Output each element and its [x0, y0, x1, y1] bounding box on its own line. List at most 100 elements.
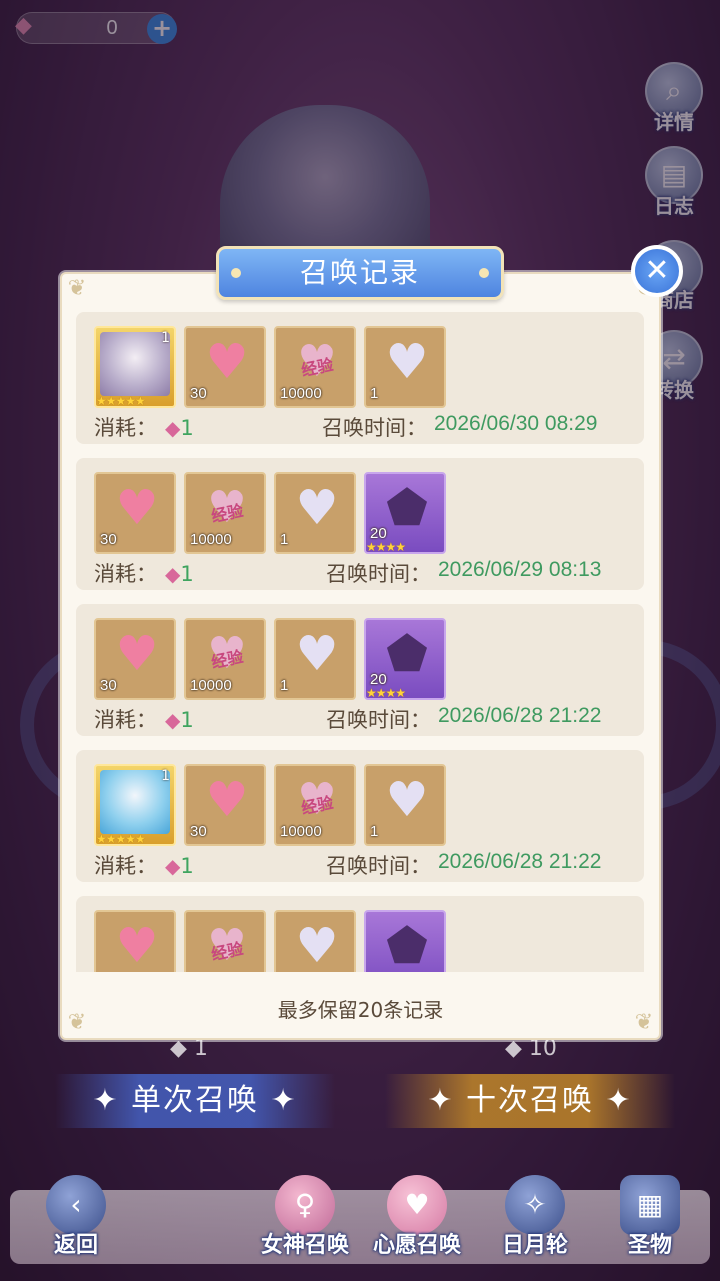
- pink-heart-reward[interactable]: ♥: [94, 910, 176, 972]
- purple-gem-icon: ⬟: [386, 918, 428, 972]
- summon-gem-icon: ◆: [165, 854, 181, 878]
- exp-heart-reward[interactable]: ♥ 经验 10000: [184, 472, 266, 554]
- cost-label: 消耗：: [94, 416, 157, 440]
- pink-heart-icon: ♥: [115, 918, 159, 972]
- item-quantity: 30: [100, 677, 117, 694]
- record-row: ♥ 30 ♥ 经验 10000 ♥ 1 ⬟ 20 ★★★★ 消耗： ◆1 召唤时间： 2026/06/28…: [76, 604, 644, 736]
- nav-wish-summon[interactable]: ♥ 心愿召唤: [362, 1175, 472, 1259]
- cost-label: 消耗：: [94, 708, 157, 732]
- pink-heart-icon: ♥: [205, 772, 249, 828]
- level-badge: 1: [161, 330, 170, 346]
- item-quantity: 1: [280, 531, 289, 548]
- star-rating: ★★★★: [366, 686, 406, 700]
- nav-goddess-label: 女神召唤: [260, 1233, 349, 1258]
- item-quantity: 10000: [280, 385, 322, 402]
- nav-relic[interactable]: ▦ 圣物: [605, 1175, 695, 1259]
- item-quantity: 1: [280, 677, 289, 694]
- summon-time-label: 召唤时间：: [326, 708, 431, 732]
- back-icon: ‹: [46, 1175, 106, 1235]
- record-cost: 消耗： ◆1: [94, 704, 194, 734]
- summon-time-label: 召唤时间：: [326, 562, 431, 586]
- record-row: ♥ 30 ♥ 经验 10000 ♥ 1 ⬟ 20 ★★★★ 消耗： ◆1 召唤时间： 2026/06/29…: [76, 458, 644, 590]
- summon-gem-icon: ◆: [165, 562, 181, 586]
- record-row: 1 ★★★★★ ♥ 30 ♥ 经验 10000 ♥ 1 消耗： ◆1 召唤时间： 2026/06/30 …: [76, 312, 644, 444]
- nav-goddess-summon[interactable]: ♀ 女神召唤: [250, 1175, 360, 1259]
- cost-value: 1: [180, 562, 194, 586]
- item-quantity: 10000: [280, 823, 322, 840]
- item-quantity: 1: [370, 823, 379, 840]
- dialog-title-text: 召唤记录: [299, 256, 420, 289]
- wish-heart-icon: ♥: [387, 1175, 447, 1235]
- nav-back-label: 返回: [53, 1233, 98, 1258]
- pink-heart-reward[interactable]: ♥ 30: [184, 764, 266, 846]
- purple-gem-reward[interactable]: ⬟: [364, 910, 446, 972]
- item-quantity: 30: [190, 385, 207, 402]
- pink-heart-reward[interactable]: ♥ 30: [94, 472, 176, 554]
- cost-label: 消耗：: [94, 854, 157, 878]
- record-limit-note: 最多保留20条记录: [277, 998, 444, 1022]
- ten-summon-button[interactable]: ✦ 十次召唤 ✦: [385, 1074, 675, 1128]
- close-button[interactable]: ✕: [631, 245, 683, 297]
- crystal-heart-reward[interactable]: ♥ 1: [274, 618, 356, 700]
- crystal-heart-reward[interactable]: ♥ 1: [364, 326, 446, 408]
- record-row: ♥ ♥ 经验 ♥ ⬟: [76, 896, 644, 972]
- record-row: 1 ★★★★★ ♥ 30 ♥ 经验 10000 ♥ 1 消耗： ◆1 召唤时间： 2026/06/28 …: [76, 750, 644, 882]
- summon-time-value: 2026/06/29 08:13: [438, 558, 602, 581]
- exp-heart-reward[interactable]: ♥ 经验 10000: [274, 764, 356, 846]
- record-cost: 消耗： ◆1: [94, 558, 194, 588]
- crystal-heart-reward[interactable]: ♥: [274, 910, 356, 972]
- cost-value: 1: [180, 854, 194, 878]
- summon-time-label: 召唤时间：: [322, 416, 427, 440]
- character-reward-card[interactable]: 1 ★★★★★: [94, 764, 176, 846]
- crystal-heart-reward[interactable]: ♥ 1: [274, 472, 356, 554]
- record-cost: 消耗： ◆1: [94, 850, 194, 880]
- nav-relic-label: 圣物: [627, 1233, 672, 1258]
- item-quantity: 10000: [190, 531, 232, 548]
- title-ornament: [479, 268, 489, 278]
- level-badge: 1: [161, 768, 170, 784]
- record-list[interactable]: 1 ★★★★★ ♥ 30 ♥ 经验 10000 ♥ 1 消耗： ◆1 召唤时间： 2026/06/30 …: [76, 312, 644, 972]
- character-portrait-icon: [100, 332, 170, 396]
- single-summon-button[interactable]: ✦ 单次召唤 ✦: [55, 1074, 335, 1128]
- character-portrait-icon: [100, 770, 170, 834]
- cost-value: 1: [180, 708, 194, 732]
- pink-heart-icon: ♥: [115, 626, 159, 682]
- item-quantity: 30: [190, 823, 207, 840]
- dialog-title: 召唤记录: [216, 246, 504, 300]
- purple-gem-reward[interactable]: ⬟ 20 ★★★★: [364, 472, 446, 554]
- star-rating: ★★★★★: [96, 394, 146, 408]
- exp-heart-reward[interactable]: ♥ 经验 10000: [184, 618, 266, 700]
- nav-sun-moon[interactable]: ✧ 日月轮: [485, 1175, 585, 1259]
- nav-wish-label: 心愿召唤: [372, 1233, 461, 1258]
- pink-heart-reward[interactable]: ♥ 30: [94, 618, 176, 700]
- exp-heart-reward[interactable]: ♥ 经验 10000: [274, 326, 356, 408]
- exp-heart-reward[interactable]: ♥ 经验: [184, 910, 266, 972]
- pink-heart-reward[interactable]: ♥ 30: [184, 326, 266, 408]
- cost-value: 1: [180, 416, 194, 440]
- item-quantity: 10000: [190, 677, 232, 694]
- crystal-heart-icon: ♥: [295, 626, 339, 682]
- purple-gem-reward[interactable]: ⬟ 20 ★★★★: [364, 618, 446, 700]
- summon-time-label: 召唤时间：: [326, 854, 431, 878]
- corner-ornament: ❦: [67, 276, 87, 301]
- character-reward-card[interactable]: 1 ★★★★★: [94, 326, 176, 408]
- pink-heart-icon: ♥: [115, 480, 159, 536]
- crystal-heart-icon: ♥: [385, 334, 429, 390]
- item-quantity: 30: [100, 531, 117, 548]
- record-cost: 消耗： ◆1: [94, 412, 194, 442]
- summon-gem-icon: ◆: [165, 416, 181, 440]
- nav-back[interactable]: ‹ 返回: [36, 1175, 116, 1259]
- star-rating: ★★★★: [366, 540, 406, 554]
- crystal-heart-icon: ♥: [295, 918, 339, 972]
- summon-gem-icon: ◆: [165, 708, 181, 732]
- star-rating: ★★★★★: [96, 832, 146, 846]
- crystal-heart-reward[interactable]: ♥ 1: [364, 764, 446, 846]
- cost-label: 消耗：: [94, 562, 157, 586]
- relic-icon: ▦: [620, 1175, 680, 1235]
- summon-time-value: 2026/06/28 21:22: [438, 704, 602, 727]
- crystal-heart-icon: ♥: [295, 480, 339, 536]
- compass-icon: ✧: [505, 1175, 565, 1235]
- goddess-icon: ♀: [275, 1175, 335, 1235]
- summon-time-value: 2026/06/30 08:29: [434, 412, 598, 435]
- nav-sun-moon-label: 日月轮: [501, 1233, 568, 1258]
